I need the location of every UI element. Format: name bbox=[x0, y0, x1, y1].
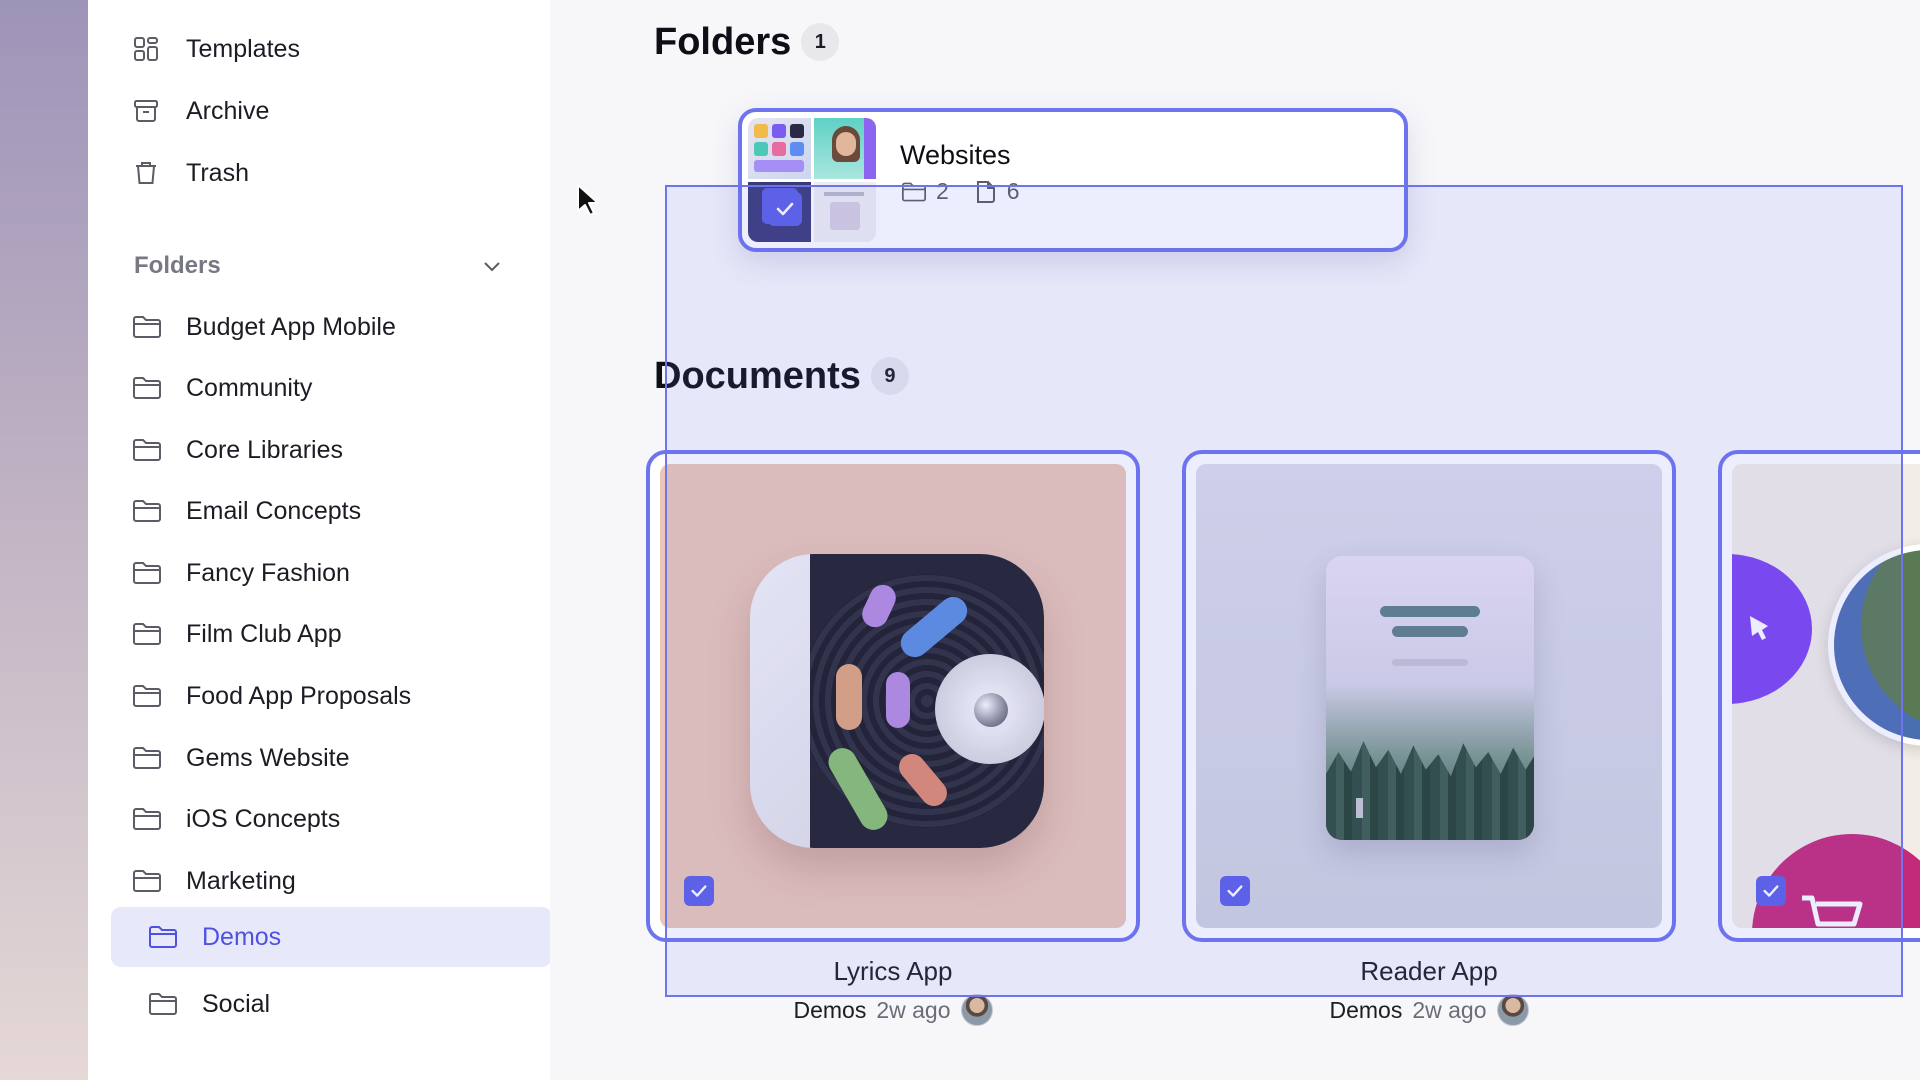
folder-icon bbox=[133, 747, 161, 769]
sidebar-folder-email-concepts[interactable]: Email Concepts bbox=[132, 486, 552, 536]
folder-thumbnail bbox=[748, 118, 876, 242]
document-thumbnail bbox=[1732, 464, 1920, 928]
chevron-down-icon[interactable] bbox=[480, 254, 504, 278]
sidebar-item-label: Archive bbox=[186, 96, 270, 125]
sidebar: Templates Archive Trash Folders Budget A… bbox=[88, 0, 552, 1080]
sidebar-folder-label: Film Club App bbox=[186, 619, 342, 648]
document-meta: Demos 2w ago bbox=[1182, 994, 1676, 1026]
avatar bbox=[960, 994, 993, 1026]
document-select-checkbox[interactable] bbox=[684, 876, 714, 906]
sidebar-folder-label: Fancy Fashion bbox=[186, 558, 350, 587]
folder-icon bbox=[149, 926, 177, 948]
sidebar-folder-fancy-fashion[interactable]: Fancy Fashion bbox=[132, 548, 552, 598]
checkmark-icon bbox=[1763, 885, 1779, 897]
folder-icon bbox=[133, 316, 161, 338]
documents-count-badge: 9 bbox=[870, 357, 909, 395]
sidebar-folder-label: Core Libraries bbox=[186, 435, 344, 464]
sidebar-folder-label: Gems Website bbox=[186, 743, 350, 772]
folders-section-title: Folders 1 bbox=[654, 20, 840, 64]
document-card-partial[interactable] bbox=[1718, 450, 1920, 942]
pin-icon bbox=[1750, 616, 1768, 640]
thumbnail-tile bbox=[813, 181, 876, 242]
checkmark-icon bbox=[691, 885, 707, 897]
folder-icon bbox=[133, 808, 161, 830]
document-name[interactable]: Reader App bbox=[1182, 956, 1676, 987]
sidebar-folder-label: Budget App Mobile bbox=[186, 312, 396, 341]
document-meta: Demos 2w ago bbox=[646, 994, 1140, 1026]
folders-heading: Folders bbox=[134, 252, 221, 279]
document-time: 2w ago bbox=[1412, 996, 1487, 1023]
sidebar-folder-budget-app-mobile[interactable]: Budget App Mobile bbox=[132, 302, 552, 352]
folders-section-header[interactable]: Folders bbox=[134, 246, 504, 286]
sidebar-folder-demos[interactable]: Demos bbox=[111, 907, 552, 967]
document-name[interactable]: Lyrics App bbox=[646, 956, 1140, 987]
checkmark-icon bbox=[1227, 885, 1243, 897]
sidebar-folder-film-club-app[interactable]: Film Club App bbox=[132, 609, 552, 659]
document-folder: Demos bbox=[1329, 996, 1403, 1023]
decor-shape bbox=[1732, 554, 1812, 704]
sidebar-folder-social[interactable]: Social bbox=[148, 979, 568, 1029]
folder-icon bbox=[133, 500, 161, 522]
file-icon bbox=[976, 180, 995, 203]
folders-count-badge: 1 bbox=[801, 23, 840, 61]
document-select-checkbox[interactable] bbox=[1220, 876, 1250, 906]
sidebar-folder-gems-website[interactable]: Gems Website bbox=[132, 733, 552, 783]
sidebar-folder-community[interactable]: Community bbox=[132, 363, 552, 413]
sidebar-folder-label: Marketing bbox=[186, 866, 296, 895]
folder-icon bbox=[133, 870, 161, 892]
app-window: Templates Archive Trash Folders Budget A… bbox=[88, 0, 1920, 1080]
trash-icon bbox=[136, 162, 156, 184]
sidebar-item-label: Templates bbox=[186, 34, 300, 63]
document-select-checkbox[interactable] bbox=[1756, 876, 1786, 906]
folder-icon bbox=[902, 182, 926, 201]
sidebar-folder-ios-concepts[interactable]: iOS Concepts bbox=[132, 794, 552, 844]
sidebar-folder-label: Community bbox=[186, 373, 313, 402]
folder-icon bbox=[133, 439, 161, 461]
sidebar-folder-label: Email Concepts bbox=[186, 496, 362, 525]
avatar bbox=[1496, 994, 1529, 1026]
file-count: 6 bbox=[1006, 178, 1020, 204]
sidebar-folder-label: Food App Proposals bbox=[186, 681, 412, 710]
sidebar-folder-label: Social bbox=[202, 989, 271, 1018]
folder-icon bbox=[133, 562, 161, 584]
folder-card-websites[interactable]: Websites 2 6 bbox=[738, 108, 1408, 252]
section-title-text: Documents bbox=[654, 354, 861, 397]
sidebar-item-archive[interactable]: Archive bbox=[132, 89, 572, 133]
sidebar-item-label: Trash bbox=[186, 158, 249, 187]
documents-section-title: Documents 9 bbox=[654, 354, 909, 398]
sidebar-item-templates[interactable]: Templates bbox=[132, 27, 572, 71]
book-cover bbox=[1326, 556, 1534, 840]
sidebar-folder-core-libraries[interactable]: Core Libraries bbox=[132, 425, 552, 475]
avatar bbox=[1828, 544, 1920, 746]
document-thumbnail bbox=[1196, 464, 1662, 928]
thumbnail-tile bbox=[748, 118, 811, 179]
sidebar-folder-food-app-proposals[interactable]: Food App Proposals bbox=[132, 671, 552, 721]
cursor-icon bbox=[577, 184, 599, 216]
folder-card-title: Websites bbox=[900, 140, 1011, 170]
folder-icon bbox=[133, 685, 161, 707]
sidebar-folder-label: Demos bbox=[202, 922, 282, 951]
folder-icon bbox=[133, 623, 161, 645]
sidebar-folder-marketing[interactable]: Marketing bbox=[132, 856, 552, 906]
checkmark-icon bbox=[776, 202, 794, 216]
document-folder: Demos bbox=[793, 996, 867, 1023]
folder-icon bbox=[133, 377, 161, 399]
sidebar-item-trash[interactable]: Trash bbox=[132, 151, 572, 195]
document-card-lyrics-app[interactable] bbox=[646, 450, 1140, 942]
subfolder-count: 2 bbox=[936, 178, 949, 204]
document-card-reader-app[interactable] bbox=[1182, 450, 1676, 942]
sidebar-folder-label: iOS Concepts bbox=[186, 804, 341, 833]
archive-icon bbox=[134, 100, 158, 122]
document-time: 2w ago bbox=[876, 996, 951, 1023]
app-icon bbox=[750, 554, 1044, 848]
cart-icon bbox=[1802, 895, 1863, 927]
thumbnail-tile bbox=[813, 118, 876, 179]
folder-card-meta: 2 6 bbox=[900, 178, 1020, 205]
section-title-text: Folders bbox=[654, 20, 792, 63]
folder-icon bbox=[149, 993, 177, 1015]
folder-select-checkbox[interactable] bbox=[768, 192, 802, 226]
document-thumbnail bbox=[660, 464, 1126, 928]
templates-icon bbox=[134, 37, 158, 61]
